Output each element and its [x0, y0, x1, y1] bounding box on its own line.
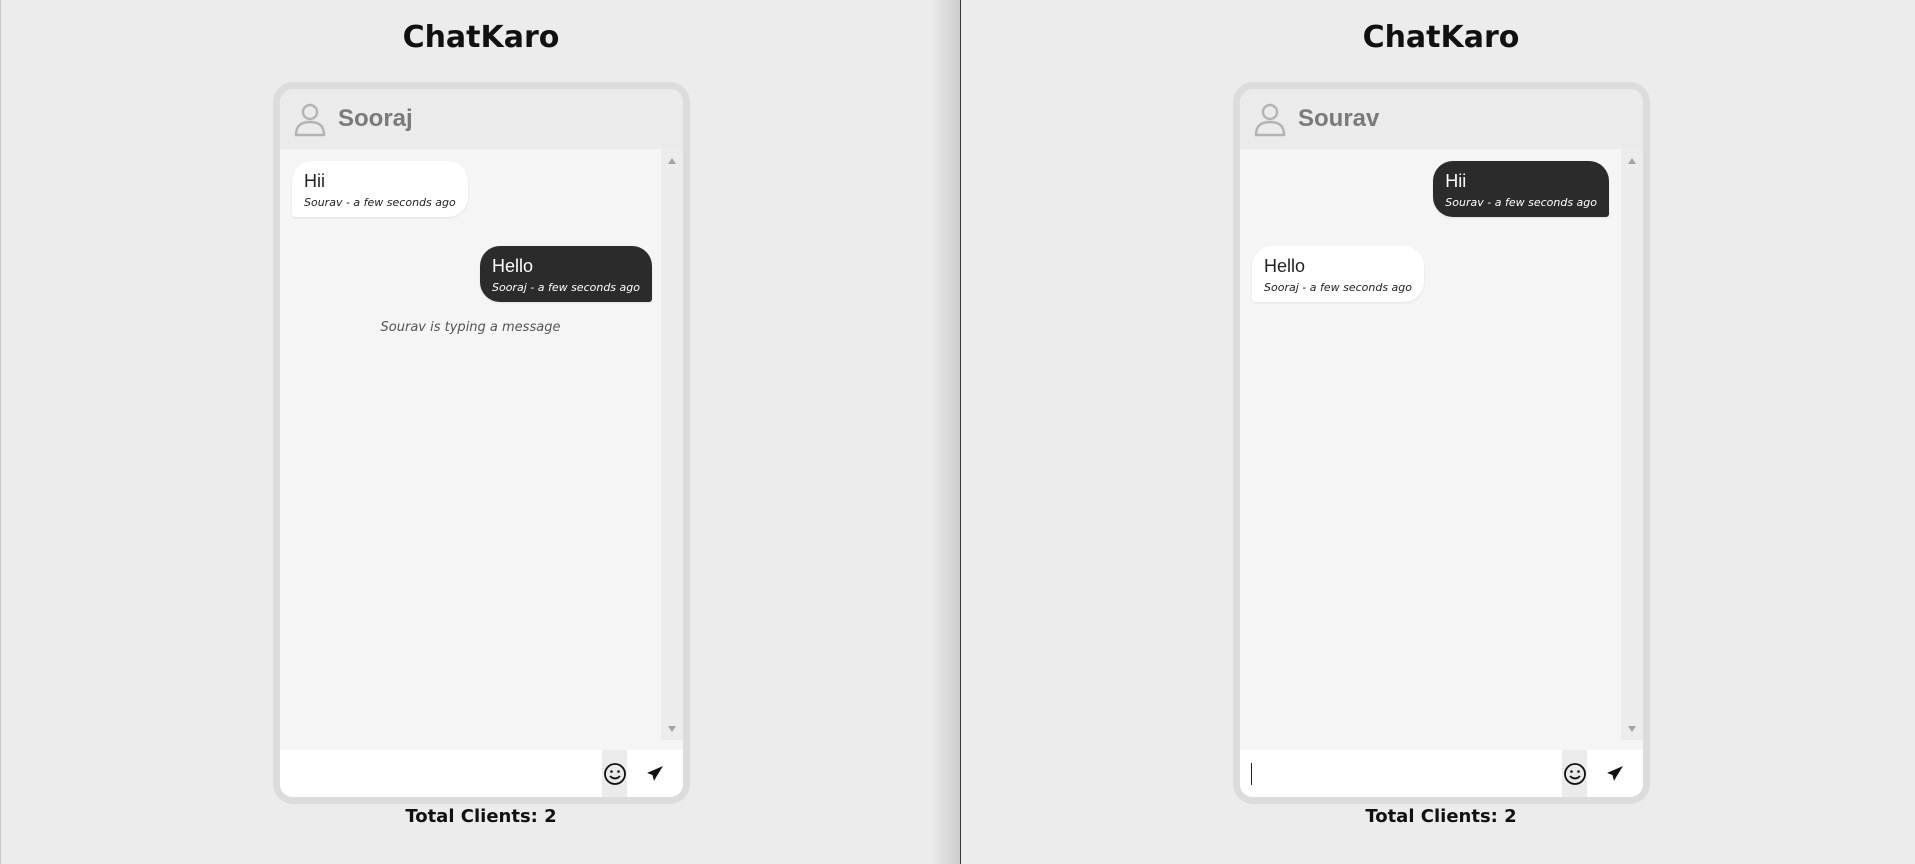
paper-plane-icon — [1607, 765, 1623, 781]
chat-header: Sourav — [1240, 89, 1643, 149]
chat-container: Sourav Hii Sourav - a few seconds ago He… — [1233, 82, 1650, 804]
message-list[interactable]: Hii Sourav - a few seconds ago Hello Soo… — [1240, 149, 1621, 740]
message-scrollbar[interactable] — [661, 149, 683, 740]
scroll-down-icon[interactable] — [1628, 726, 1636, 732]
message-meta: Sourav - a few seconds ago — [1445, 196, 1597, 209]
emoji-button[interactable] — [1562, 750, 1587, 797]
message-input[interactable] — [280, 750, 602, 797]
typing-indicator: Sourav is typing a message — [380, 320, 561, 335]
message-text: Hello — [491, 256, 534, 276]
message-meta: Sooraj - a few seconds ago — [1264, 281, 1413, 294]
message-bubble: Hello Sooraj - a few seconds ago — [1252, 246, 1425, 302]
message-input-bar — [280, 750, 683, 797]
message-bubble: Hello Sooraj - a few seconds ago — [479, 246, 652, 302]
paper-plane-icon — [647, 765, 663, 781]
message-bubble: Hii Sourav - a few seconds ago — [292, 161, 468, 217]
user-icon — [294, 103, 326, 137]
message-meta: Sourav - a few seconds ago — [304, 196, 456, 209]
message-text: Hii — [304, 171, 325, 191]
send-button[interactable] — [627, 750, 683, 797]
right-chat-window: ChatKaro Sourav Hii Sourav - a few secon… — [960, 0, 1915, 864]
message-text: Hello — [1264, 256, 1306, 276]
message-text: Hii — [1445, 171, 1467, 191]
pane-divider-shadow — [930, 0, 960, 864]
user-icon — [1254, 103, 1286, 137]
chat-header: Sooraj — [280, 89, 683, 149]
scroll-up-icon[interactable] — [668, 158, 676, 164]
scroll-down-icon[interactable] — [668, 726, 676, 732]
send-button[interactable] — [1587, 750, 1643, 797]
app-title: ChatKaro — [402, 20, 560, 55]
message-scrollbar[interactable] — [1621, 149, 1643, 740]
message-list[interactable]: Hii Sourav - a few seconds ago Hello Soo… — [280, 149, 661, 740]
left-chat-window: ChatKaro Sooraj Hii Sourav - a few secon… — [0, 0, 960, 864]
scroll-up-icon[interactable] — [1628, 158, 1636, 164]
app-title: ChatKaro — [1362, 20, 1520, 55]
chat-partner-name: Sourav — [1298, 105, 1380, 132]
smiley-icon — [603, 762, 626, 785]
text-caret — [1251, 763, 1252, 785]
message-bubble: Hii Sourav - a few seconds ago — [1433, 161, 1609, 217]
chat-container: Sooraj Hii Sourav - a few seconds ago He… — [273, 82, 690, 804]
chat-partner-name: Sooraj — [338, 105, 413, 132]
message-input-bar — [1240, 750, 1643, 797]
total-clients-label: Total Clients: 2 — [405, 806, 557, 827]
message-meta: Sooraj - a few seconds ago — [491, 281, 640, 294]
emoji-button[interactable] — [602, 750, 627, 797]
smiley-icon — [1563, 762, 1586, 785]
message-input[interactable] — [1240, 750, 1562, 797]
total-clients-label: Total Clients: 2 — [1365, 806, 1517, 827]
